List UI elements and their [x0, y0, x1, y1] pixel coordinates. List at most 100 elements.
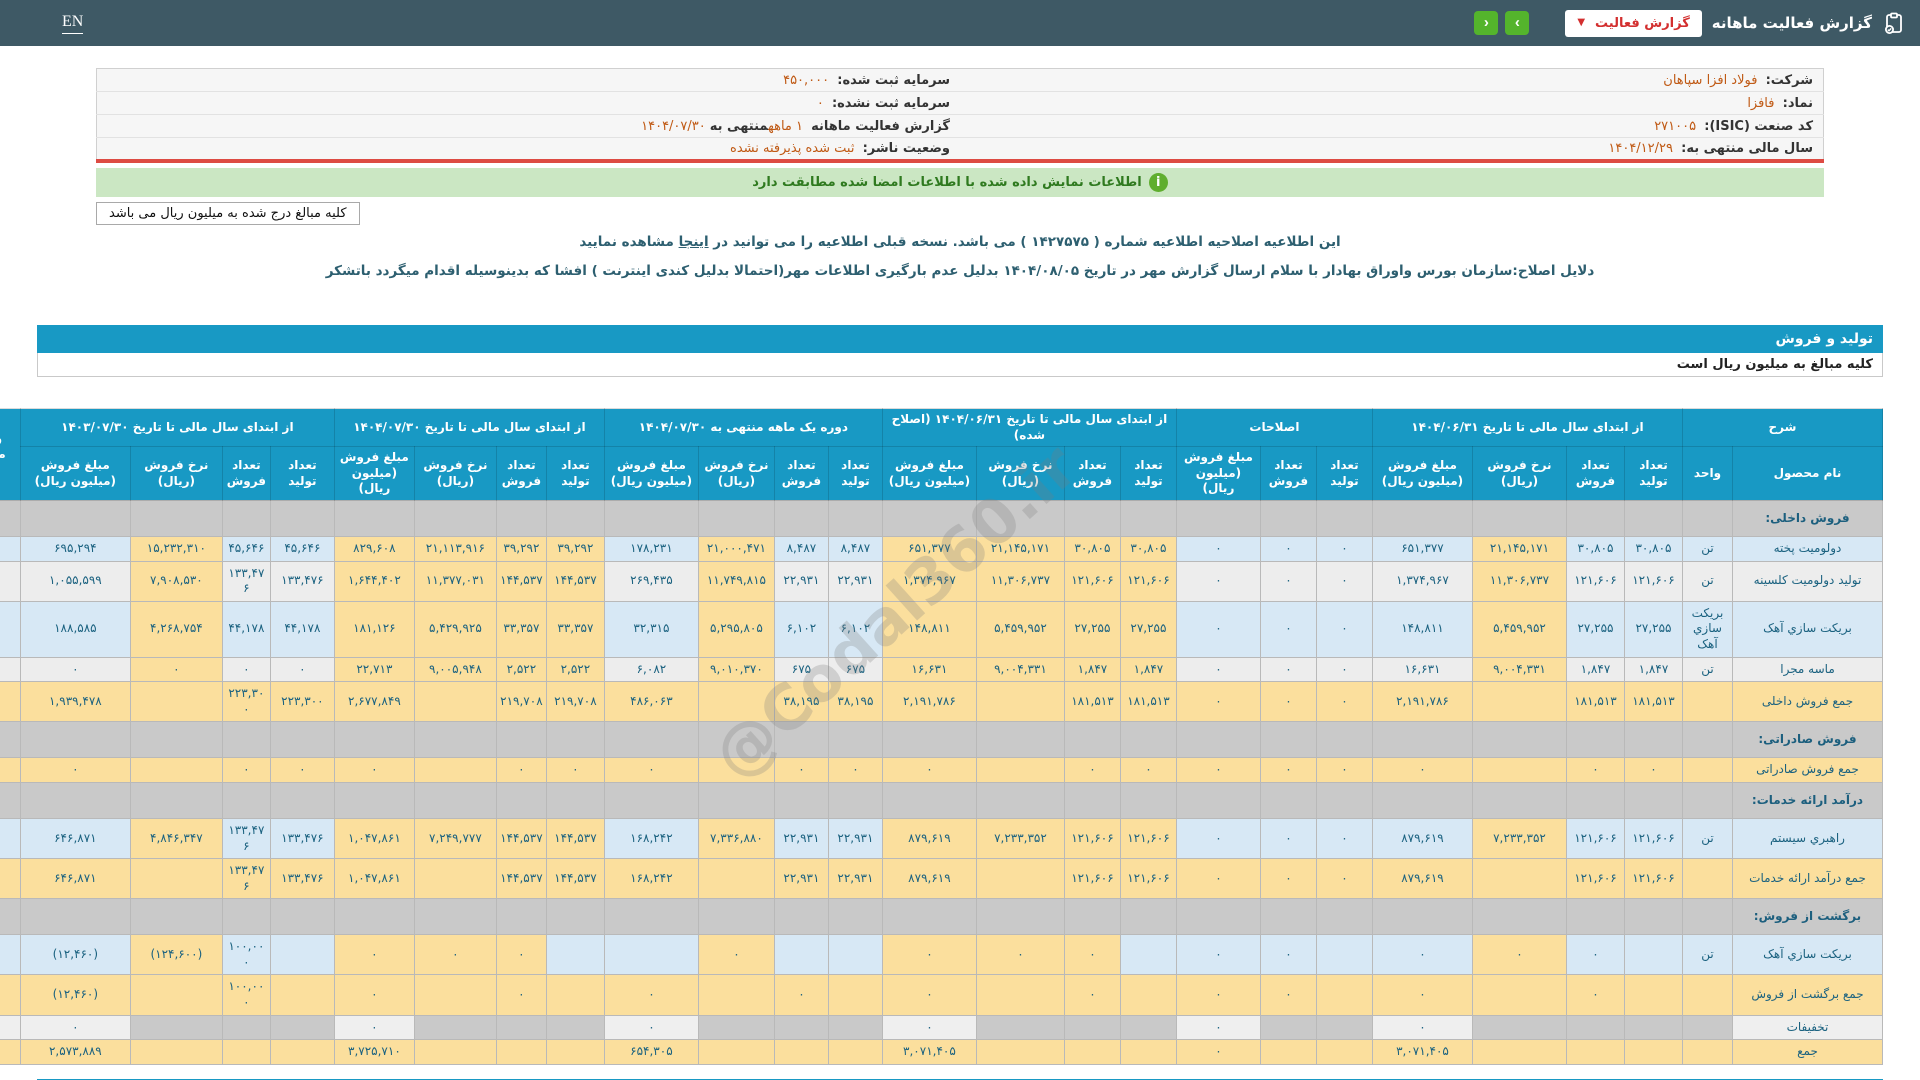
value-cell: [495, 1039, 547, 1065]
column-sub-header: تعداد فروش: [495, 446, 547, 501]
top-bar: گزارش فعالیت ماهانه گزارش فعالیت ▼ › ‹ E…: [0, 0, 1920, 46]
value-cell: ۰: [1315, 858, 1373, 900]
column-sub-header: تعداد فروش: [1063, 446, 1121, 501]
value-cell: ۴,۲۶۸,۷۵۴: [129, 600, 223, 658]
value-cell: ۲,۵۲۲: [495, 656, 547, 683]
value-cell: ۰: [603, 974, 699, 1016]
column-sub-header: مبلغ فروش (میلیون ریال): [881, 446, 977, 501]
value-cell: ۰: [1063, 934, 1121, 976]
product-name-cell: فروش صادراتی:: [1732, 721, 1883, 759]
value-cell: [1175, 781, 1261, 819]
value-cell: [697, 681, 775, 723]
value-cell: ۰: [603, 1014, 699, 1041]
product-name-cell: راهبري سیستم: [1732, 817, 1883, 860]
value-cell: [221, 1014, 271, 1041]
value-cell: (۱۲۴,۶۰۰): [129, 934, 223, 976]
value-cell: ۱۳۳,۴۷۶: [221, 560, 271, 602]
value-cell: [129, 1039, 223, 1065]
value-cell: [129, 757, 223, 783]
value-cell: ۳,۰۷۱,۴۰۵: [1371, 1039, 1473, 1065]
unit-cell: تن: [1681, 934, 1734, 976]
value-cell: ۱,۳۷۴,۹۶۷: [881, 560, 977, 602]
value-cell: [827, 934, 883, 976]
column-sub-header: مبلغ فروش (میلیون ریال): [19, 446, 131, 501]
value-cell: ۶۴۶,۸۷۱: [19, 817, 131, 860]
value-cell: [697, 858, 775, 900]
status-cell: تولید: [0, 535, 21, 562]
value-cell: [881, 499, 977, 537]
table-row: درآمد ارائه خدمات:: [0, 781, 1883, 819]
value-cell: ۲,۶۷۷,۸۴۹: [333, 681, 415, 723]
value-cell: ۰: [697, 934, 775, 976]
value-cell: [1063, 781, 1121, 819]
prev-report-button[interactable]: ‹: [1474, 11, 1499, 35]
value-cell: [697, 499, 775, 537]
value-cell: [975, 1014, 1065, 1041]
value-cell: [1315, 934, 1373, 976]
status-cell: تولید: [0, 560, 21, 602]
value-cell: ۰: [269, 656, 335, 683]
value-cell: ۴,۸۴۶,۳۴۷: [129, 817, 223, 860]
value-cell: ۵,۴۵۹,۹۵۲: [1471, 600, 1567, 658]
value-cell: [1471, 1014, 1567, 1041]
value-cell: ۰: [333, 974, 415, 1016]
report-clipboard-icon: [1882, 11, 1906, 35]
report-period-date: ۱۴۰۴/۰۷/۳۰: [641, 118, 706, 134]
column-group-header: دوره یک ماهه منتهی به ۱۴۰۴/۰۷/۳۰: [603, 407, 883, 448]
value-cell: [827, 898, 883, 936]
value-cell: [495, 1014, 547, 1041]
status-cell: تولید: [0, 934, 21, 976]
value-cell: [603, 934, 699, 976]
company-value: فولاد افزا سپاهان: [1663, 72, 1758, 88]
status-cell: [0, 757, 21, 783]
value-cell: ۰: [129, 656, 223, 683]
value-cell: ۶۷۵: [773, 656, 829, 683]
value-cell: ۶۵۴,۳۰۵: [603, 1039, 699, 1065]
value-cell: ۰: [1371, 974, 1473, 1016]
product-name-cell: ماسه مجرا: [1732, 656, 1883, 683]
value-cell: [1119, 781, 1177, 819]
table-row: کد صنعت (ISIC): ۲۷۱۰۰۵ گزارش فعالیت ماها…: [96, 114, 1824, 138]
value-cell: [1175, 721, 1261, 759]
value-cell: ۷,۳۳۶,۸۸۰: [697, 817, 775, 860]
value-cell: [697, 974, 775, 1016]
value-cell: ۰: [1175, 600, 1261, 658]
issuer-status-label: وضعیت ناشر:: [862, 141, 950, 156]
value-cell: [881, 721, 977, 759]
value-cell: [413, 781, 497, 819]
previous-version-link[interactable]: اینجا: [679, 234, 709, 250]
value-cell: ۰: [1259, 535, 1317, 562]
column-group-header: وضعیت محصول-واحد: [0, 408, 21, 501]
value-cell: [1175, 499, 1261, 537]
value-cell: [1565, 898, 1625, 936]
column-sub-header: نرخ فروش (ریال): [1471, 446, 1567, 501]
value-cell: ۳۳,۳۵۷: [495, 600, 547, 658]
value-cell: ۰: [1175, 858, 1261, 900]
next-report-button[interactable]: ›: [1505, 11, 1530, 35]
column-sub-header: تعداد تولید: [269, 446, 335, 501]
value-cell: ۸۷۹,۶۱۹: [881, 858, 977, 900]
value-cell: ۲۱,۰۰۰,۴۷۱: [697, 535, 775, 562]
column-sub-header: واحد: [1681, 446, 1734, 501]
value-cell: ۱۲۱,۶۰۶: [1119, 817, 1177, 860]
company-cell: شرکت: فولاد افزا سپاهان: [960, 68, 1824, 92]
value-cell: ۶۵۱,۳۷۷: [881, 535, 977, 562]
status-cell: [0, 499, 21, 537]
value-cell: [975, 974, 1065, 1016]
value-cell: [1471, 499, 1567, 537]
language-toggle[interactable]: EN: [62, 13, 84, 34]
value-cell: ۱,۹۳۹,۴۷۸: [19, 681, 131, 723]
value-cell: [975, 721, 1065, 759]
column-sub-header: تعداد تولید: [1119, 446, 1177, 501]
value-cell: ۱,۰۵۵,۵۹۹: [19, 560, 131, 602]
revision-notice: این اطلاعیه اصلاحیه اطلاعیه شماره ( ۱۴۲۷…: [0, 234, 1920, 250]
column-sub-header: تعداد فروش: [1259, 446, 1317, 501]
report-type-dropdown[interactable]: گزارش فعالیت ▼: [1565, 9, 1702, 37]
value-cell: ۱۴۸,۸۱۱: [881, 600, 977, 658]
value-cell: ۸,۴۸۷: [773, 535, 829, 562]
issuer-status-cell: وضعیت ناشر: ثبت شده پذیرفته نشده: [97, 138, 961, 162]
value-cell: [129, 781, 223, 819]
isic-value: ۲۷۱۰۰۵: [1654, 118, 1697, 134]
value-cell: [413, 499, 497, 537]
value-cell: [975, 858, 1065, 900]
